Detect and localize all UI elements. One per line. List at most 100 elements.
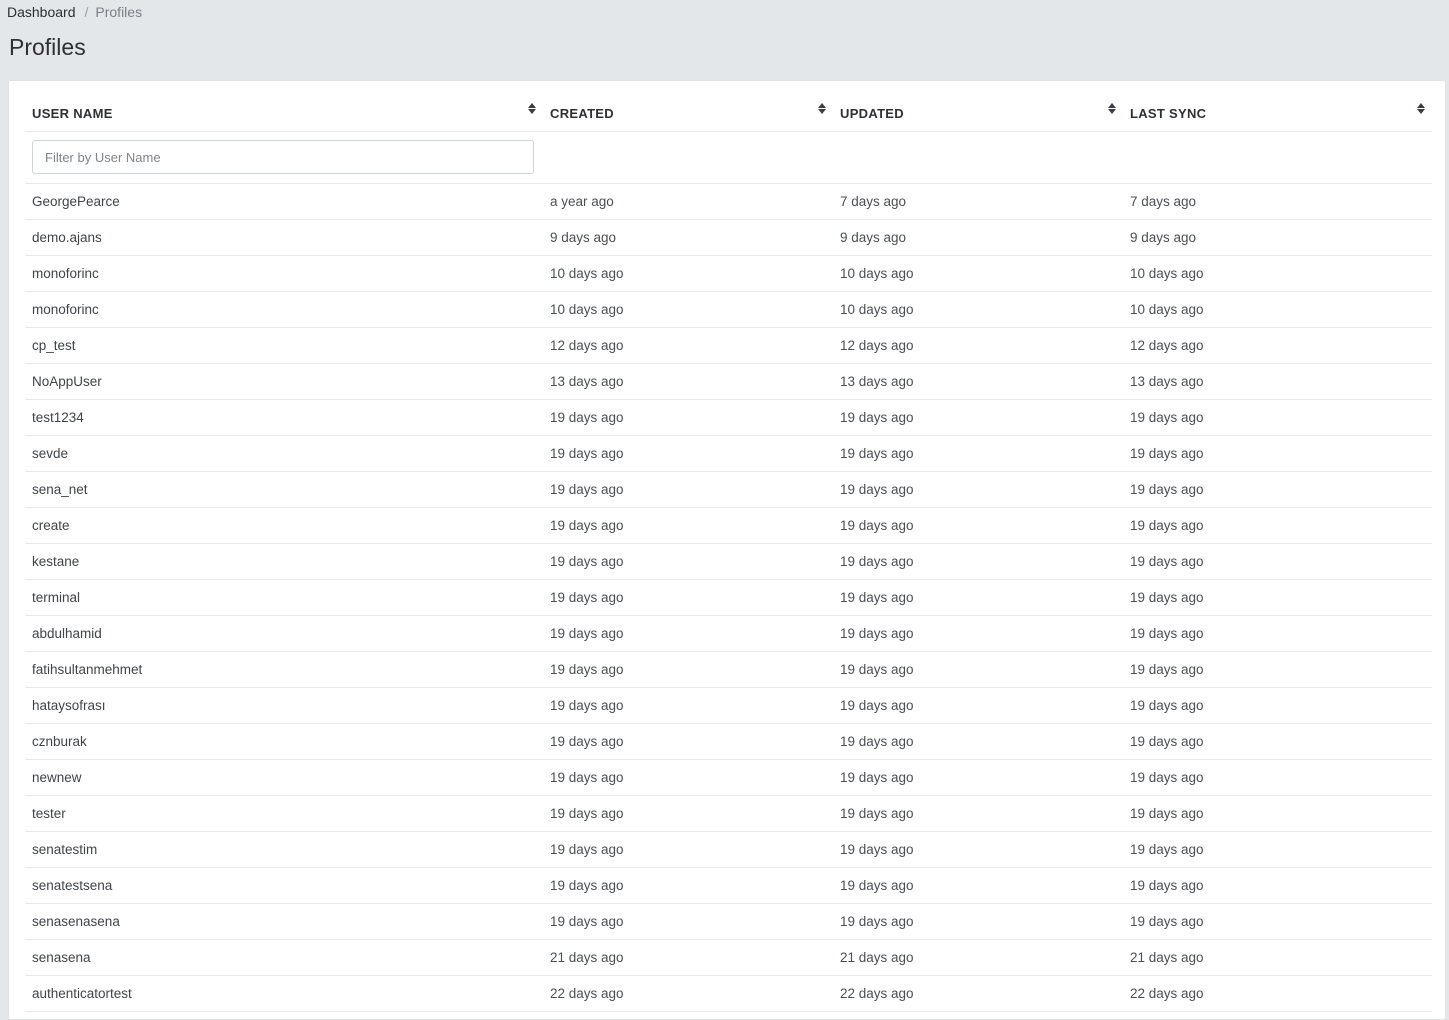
- updated-cell: 19 days ago: [833, 615, 1123, 652]
- table-row[interactable]: newnew 19 days ago 19 days ago 19 days ago: [25, 759, 1432, 796]
- last-sync-cell: 22 days ago: [1123, 975, 1432, 1012]
- updated-cell: 12 days ago: [833, 327, 1123, 364]
- last-sync-cell: 19 days ago: [1123, 795, 1432, 832]
- created-cell: 12 days ago: [543, 327, 833, 364]
- table-row[interactable]: fatihsultanmehmet 19 days ago 19 days ago 1…: [25, 651, 1432, 688]
- column-header-last-sync[interactable]: LAST SYNC: [1123, 93, 1432, 132]
- sort-arrows-icon[interactable]: [818, 103, 826, 115]
- updated-cell: 19 days ago: [833, 471, 1123, 508]
- column-header-updated[interactable]: UPDATED: [833, 93, 1123, 132]
- last-sync-cell: 19 days ago: [1123, 723, 1432, 760]
- updated-cell: 19 days ago: [833, 687, 1123, 724]
- sort-arrows-icon[interactable]: [1108, 103, 1116, 115]
- user-name-cell: fatihsultanmehmet: [25, 651, 543, 688]
- table-row[interactable]: senasenasena 19 days ago 19 days ago 19 day…: [25, 903, 1432, 940]
- updated-cell: 22 days ago: [833, 975, 1123, 1012]
- filter-user-name-input[interactable]: [32, 140, 534, 174]
- created-cell: 19 days ago: [543, 903, 833, 940]
- table-row[interactable]: senatestim 19 days ago 19 days ago 19 days …: [25, 831, 1432, 868]
- table-row[interactable]: hataysofrası 19 days ago 19 days ago 19 day…: [25, 687, 1432, 724]
- updated-cell: 19 days ago: [833, 507, 1123, 544]
- table-row[interactable]: authenticatortest 22 days ago 22 days ago 2…: [25, 975, 1432, 1012]
- created-cell: 9 days ago: [543, 219, 833, 256]
- updated-cell: 19 days ago: [833, 759, 1123, 796]
- created-cell: 19 days ago: [543, 615, 833, 652]
- created-cell: 19 days ago: [543, 831, 833, 868]
- table-row[interactable]: tester 19 days ago 19 days ago 19 days ago: [25, 795, 1432, 832]
- user-name-cell: sevde: [25, 435, 543, 472]
- user-name-cell: GeorgePearce: [25, 183, 543, 220]
- table-row[interactable]: abdulhamid 19 days ago 19 days ago 19 days …: [25, 615, 1432, 652]
- last-sync-cell: 19 days ago: [1123, 579, 1432, 616]
- created-cell: 19 days ago: [543, 687, 833, 724]
- table-row[interactable]: monoforinc 10 days ago 10 days ago 10 days …: [25, 291, 1432, 328]
- column-header-created[interactable]: CREATED: [543, 93, 833, 132]
- user-name-cell: monoforinc: [25, 255, 543, 292]
- column-header-label: UPDATED: [840, 106, 904, 122]
- table-row[interactable]: kestane 19 days ago 19 days ago 19 days ago: [25, 543, 1432, 580]
- sort-arrows-icon[interactable]: [1417, 103, 1425, 115]
- table-row[interactable]: senasena 21 days ago 21 days ago 21 days ag…: [25, 939, 1432, 976]
- user-name-cell: monoforinc: [25, 291, 543, 328]
- updated-cell: 19 days ago: [833, 579, 1123, 616]
- last-sync-cell: 9 days ago: [1123, 219, 1432, 256]
- last-sync-cell: 19 days ago: [1123, 903, 1432, 940]
- table-row[interactable]: terminal 19 days ago 19 days ago 19 days ag…: [25, 579, 1432, 616]
- user-name-cell: demo.ajans: [25, 219, 543, 256]
- column-header-label: USER NAME: [32, 106, 113, 122]
- updated-cell: 19 days ago: [833, 903, 1123, 940]
- user-name-cell: authenticatortest: [25, 975, 543, 1012]
- created-cell: 19 days ago: [543, 579, 833, 616]
- created-cell: 19 days ago: [543, 723, 833, 760]
- user-name-cell: tester: [25, 795, 543, 832]
- table-row[interactable]: demo.ajans 9 days ago 9 days ago 9 days ago: [25, 219, 1432, 256]
- user-name-cell: abdulhamid: [25, 615, 543, 652]
- updated-cell: 13 days ago: [833, 363, 1123, 400]
- user-name-cell: create: [25, 507, 543, 544]
- table-row[interactable]: monoforinc 10 days ago 10 days ago 10 days …: [25, 255, 1432, 292]
- updated-cell: 19 days ago: [833, 399, 1123, 436]
- user-name-cell: test1234: [25, 399, 543, 436]
- table-row[interactable]: GeorgePearce a year ago 7 days ago 7 days a…: [25, 183, 1432, 220]
- table-header-row: USER NAME CREATED UPDATED LAST SYNC: [25, 93, 1432, 132]
- last-sync-cell: 19 days ago: [1123, 651, 1432, 688]
- table-row[interactable]: test1234 19 days ago 19 days ago 19 days ag…: [25, 399, 1432, 436]
- created-cell: 19 days ago: [543, 507, 833, 544]
- created-cell: 22 days ago: [543, 975, 833, 1012]
- last-sync-cell: 19 days ago: [1123, 435, 1432, 472]
- table-row[interactable]: cp_test 12 days ago 12 days ago 12 days ago: [25, 327, 1432, 364]
- breadcrumb: Dashboard / Profiles: [7, 4, 142, 20]
- updated-cell: 19 days ago: [833, 831, 1123, 868]
- table-row[interactable]: create 19 days ago 19 days ago 19 days ago: [25, 507, 1432, 544]
- sort-arrows-icon[interactable]: [528, 103, 536, 115]
- column-header-label: CREATED: [550, 106, 614, 122]
- updated-cell: 21 days ago: [833, 939, 1123, 976]
- last-sync-cell: 19 days ago: [1123, 759, 1432, 796]
- filter-cell: [25, 131, 543, 184]
- last-sync-cell: 7 days ago: [1123, 183, 1432, 220]
- last-sync-cell: 19 days ago: [1123, 867, 1432, 904]
- created-cell: 19 days ago: [543, 651, 833, 688]
- created-cell: 19 days ago: [543, 435, 833, 472]
- table-row[interactable]: senatestsena 19 days ago 19 days ago 19 day…: [25, 867, 1432, 904]
- table-row[interactable]: NoAppUser 13 days ago 13 days ago 13 days a…: [25, 363, 1432, 400]
- last-sync-cell: 19 days ago: [1123, 471, 1432, 508]
- user-name-cell: senatestim: [25, 831, 543, 868]
- updated-cell: 19 days ago: [833, 795, 1123, 832]
- last-sync-cell: 21 days ago: [1123, 939, 1432, 976]
- last-sync-cell: 10 days ago: [1123, 255, 1432, 292]
- table-row[interactable]: cznburak 19 days ago 19 days ago 19 days ag…: [25, 723, 1432, 760]
- created-cell: 10 days ago: [543, 255, 833, 292]
- filter-row: [25, 131, 1432, 184]
- column-header-label: LAST SYNC: [1130, 106, 1207, 122]
- profiles-table: USER NAME CREATED UPDATED LAST SYNC Filt…: [25, 93, 1432, 1012]
- created-cell: 19 days ago: [543, 759, 833, 796]
- updated-cell: 19 days ago: [833, 435, 1123, 472]
- created-cell: 10 days ago: [543, 291, 833, 328]
- table-row[interactable]: sena_net 19 days ago 19 days ago 19 days ag…: [25, 471, 1432, 508]
- created-cell: 13 days ago: [543, 363, 833, 400]
- table-row[interactable]: sevde 19 days ago 19 days ago 19 days ago: [25, 435, 1432, 472]
- breadcrumb-current: Profiles: [95, 4, 143, 20]
- breadcrumb-dashboard-link[interactable]: Dashboard: [7, 4, 76, 20]
- column-header-user-name[interactable]: USER NAME: [25, 93, 543, 132]
